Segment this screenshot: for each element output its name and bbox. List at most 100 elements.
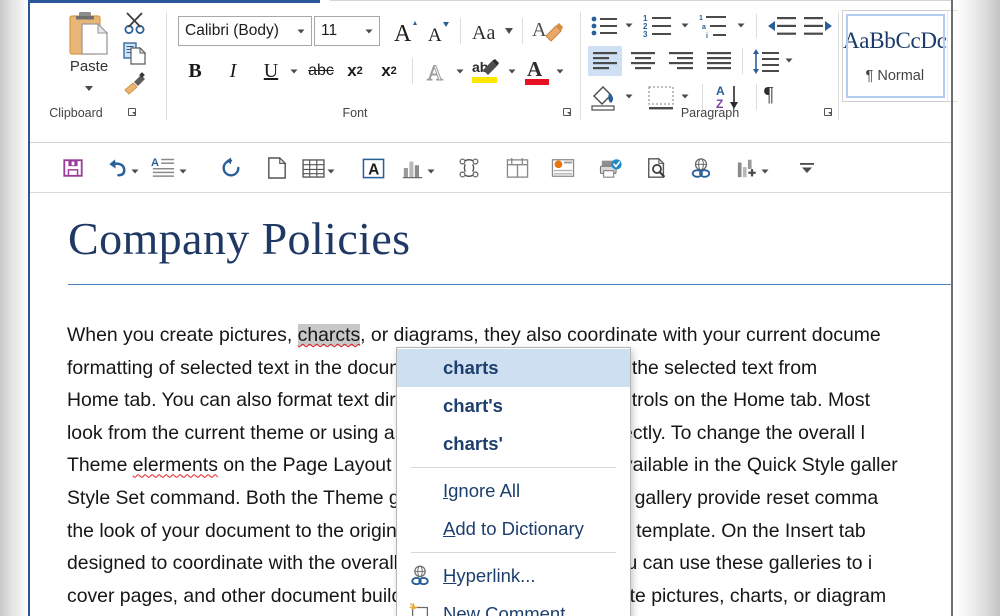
insert-chart-icon[interactable] <box>398 153 428 183</box>
context-menu-item-label: Add to Dictionary <box>443 518 584 540</box>
ribbon-group-font: Calibri (Body) 11 A A <box>170 4 540 122</box>
justify-icon[interactable] <box>702 46 736 76</box>
redo-refresh-icon[interactable] <box>216 153 246 183</box>
group-separator <box>166 12 167 120</box>
strikethrough-button[interactable]: abc <box>304 56 338 86</box>
subscript-button[interactable]: x2 <box>340 56 370 86</box>
underline-button[interactable]: U <box>256 56 286 86</box>
scissors-cut-icon[interactable] <box>122 10 148 36</box>
styles-pane-icon[interactable]: A <box>148 153 178 183</box>
paragraph-dialog-launcher-icon[interactable] <box>823 107 835 119</box>
align-right-icon[interactable] <box>664 46 698 76</box>
insert-object-icon[interactable] <box>548 153 578 183</box>
font-dialog-launcher-icon[interactable] <box>562 107 574 119</box>
new-blank-page-icon[interactable] <box>262 153 292 183</box>
superscript-button[interactable]: x2 <box>374 56 404 86</box>
spelling-context-menu[interactable]: charts chart's charts' Ignore All Add to Dic… <box>396 347 631 616</box>
numbered-list-icon[interactable]: 1 2 3 <box>642 12 678 40</box>
font-size-dropdown-caret[interactable] <box>359 17 379 45</box>
style-tile-normal[interactable]: AaBbCcDc ¶ Normal <box>843 11 948 101</box>
insert-column-chart-icon[interactable] <box>732 153 762 183</box>
svg-text:A: A <box>427 60 443 85</box>
grow-font-icon[interactable]: A <box>390 15 422 47</box>
bullet-list-icon[interactable] <box>588 12 622 40</box>
paragraph-separator-2 <box>742 48 743 74</box>
text-effects-icon[interactable]: A <box>422 56 452 86</box>
context-menu-item[interactable]: chart's <box>397 387 630 425</box>
spell-check-print-icon[interactable] <box>596 153 626 183</box>
bold-button[interactable]: B <box>180 56 210 86</box>
context-menu-item[interactable]: Ignore All <box>397 472 630 510</box>
ribbon-group-paragraph: 1 2 3 1 a i <box>580 4 840 122</box>
print-preview-icon[interactable] <box>642 153 672 183</box>
subscript-label: x <box>347 61 356 81</box>
selected-misspelled-word[interactable]: charcts <box>298 324 361 346</box>
borders-dropdown-caret[interactable] <box>680 88 696 106</box>
italic-button[interactable]: I <box>218 56 248 86</box>
font-size-combobox[interactable]: 11 <box>314 16 380 46</box>
text-box-icon[interactable]: A <box>358 153 388 183</box>
customize-toolbar-icon[interactable] <box>792 153 822 183</box>
multilevel-list-icon[interactable]: 1 a i <box>698 12 734 40</box>
highlight-dropdown-caret[interactable] <box>504 62 520 80</box>
increase-indent-icon[interactable] <box>802 12 834 40</box>
paragraph-separator <box>756 14 757 38</box>
text-highlight-icon[interactable]: ab <box>470 54 502 88</box>
line-spacing-icon[interactable] <box>750 46 782 76</box>
bullets-dropdown-caret[interactable] <box>624 17 640 35</box>
misspelled-word[interactable]: elerments <box>133 454 218 476</box>
text-run: , or diagrams, they also coordinate with… <box>360 324 881 346</box>
numbering-dropdown-caret[interactable] <box>680 17 696 35</box>
paste-button-label[interactable]: Paste <box>54 58 124 75</box>
font-name-dropdown-caret[interactable] <box>291 17 311 45</box>
svg-text:A: A <box>368 161 379 178</box>
font-color-dropdown-caret[interactable] <box>552 62 568 80</box>
undo-dropdown-caret[interactable] <box>130 163 142 175</box>
word-application-window: Paste <box>0 0 1000 616</box>
save-icon[interactable] <box>58 153 88 183</box>
context-menu-item[interactable]: charts' <box>397 425 630 463</box>
shading-dropdown-caret[interactable] <box>624 88 640 106</box>
clipboard-dialog-launcher-icon[interactable] <box>127 107 139 119</box>
multilevel-dropdown-caret[interactable] <box>736 17 752 35</box>
pilcrow-glyph: ¶ <box>764 82 774 106</box>
align-left-icon[interactable] <box>588 46 622 76</box>
context-menu-item[interactable]: New Comment <box>397 595 630 616</box>
column-chart-dropdown-caret[interactable] <box>760 163 772 175</box>
context-menu-item[interactable]: Hyperlink... <box>397 557 630 595</box>
context-menu-item-label: chart's <box>443 395 503 417</box>
font-name-combobox[interactable]: Calibri (Body) <box>178 16 312 46</box>
superscript-digit: 2 <box>391 65 397 77</box>
style-name-label: ¶ Normal <box>866 68 925 84</box>
style-sample-text: AaBbCcDc <box>843 28 947 54</box>
insert-hyperlink-icon[interactable] <box>686 153 716 183</box>
font-size-value: 11 <box>315 22 359 40</box>
shrink-font-icon[interactable]: A <box>422 15 454 47</box>
smartart-icon[interactable] <box>454 153 484 183</box>
window-left-edge-shadow <box>0 0 28 616</box>
context-menu-item[interactable]: charts <box>397 349 630 387</box>
change-case-icon[interactable]: Aa <box>470 16 516 46</box>
font-color-icon[interactable]: A <box>522 54 552 88</box>
styles-pane-dropdown-caret[interactable] <box>178 163 190 175</box>
undo-icon[interactable] <box>102 153 132 183</box>
text-effects-dropdown-caret[interactable] <box>452 62 468 80</box>
decrease-indent-icon[interactable] <box>766 12 798 40</box>
format-painter-icon[interactable] <box>122 70 148 96</box>
context-menu-item[interactable]: Add to Dictionary <box>397 510 630 548</box>
paste-clipboard-icon[interactable] <box>66 10 112 58</box>
chart-dropdown-caret[interactable] <box>426 163 438 175</box>
line-spacing-dropdown-caret[interactable] <box>784 52 800 70</box>
insert-table-icon[interactable] <box>298 153 328 183</box>
table-dropdown-caret[interactable] <box>326 163 338 175</box>
underline-dropdown-caret[interactable] <box>286 62 302 80</box>
svg-text:Aa: Aa <box>472 22 495 44</box>
copy-icon[interactable] <box>122 40 148 66</box>
clear-formatting-icon[interactable]: A <box>530 14 564 48</box>
paste-dropdown-caret[interactable] <box>82 80 96 90</box>
text-run: When you create pictures, <box>67 324 298 346</box>
group-label-font: Font <box>170 106 540 120</box>
svg-text:A: A <box>394 21 412 47</box>
page-layout-grid-icon[interactable] <box>502 153 532 183</box>
align-center-icon[interactable] <box>626 46 660 76</box>
